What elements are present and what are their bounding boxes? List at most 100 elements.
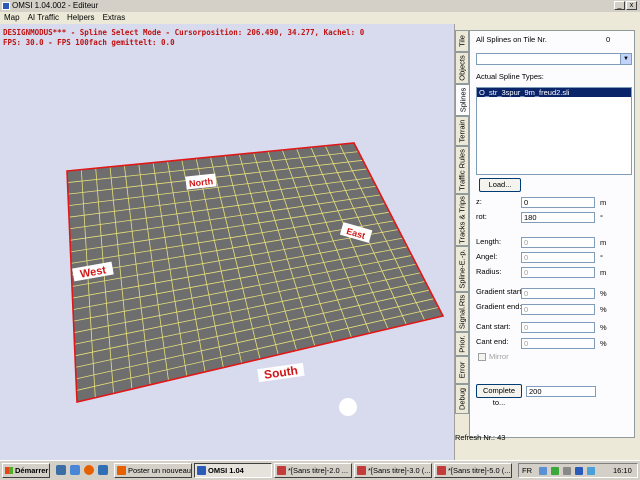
tab-label: Terrain (457, 119, 467, 143)
z-field[interactable]: 0 (521, 197, 595, 208)
task-label: *[Sans titre]-3.0 (... (368, 466, 431, 475)
firefox-icon (117, 466, 126, 475)
taskbar: Démarrer Poster un nouveau... OMSI 1.04 … (0, 460, 640, 480)
tab-tracks-trips[interactable]: Tracks & Trips (455, 194, 469, 246)
tab-tile[interactable]: Tile (455, 30, 469, 52)
task-label: *[Sans titre]-5.0 (... (448, 466, 511, 475)
tab-label: Signal.Rts (457, 294, 467, 330)
tab-traffic-rules[interactable]: Traffic Rules (455, 146, 469, 194)
tab-label: Objects (457, 55, 467, 81)
tab-spline-ep[interactable]: Spline-E.-p. (455, 246, 469, 292)
windows-logo-icon (5, 467, 13, 474)
gradient-start-field[interactable]: 0 (521, 288, 595, 299)
window-title: OMSI 1.04.002 - Editeur (12, 1, 99, 10)
taskbar-item-omsi[interactable]: OMSI 1.04 (194, 463, 272, 478)
menu-extras[interactable]: Extras (99, 12, 130, 24)
taskbar-item-poster[interactable]: Poster un nouveau... (114, 463, 192, 478)
tile-splines-dropdown[interactable]: ▼ (476, 53, 632, 65)
splines-tab-content: All Splines on Tile Nr. 0 ▼ Actual Splin… (469, 30, 635, 438)
map-viewport[interactable]: North East West South DESIGNMODUS*** - Spli… (0, 24, 454, 460)
taskbar-item-paint-3[interactable]: *[Sans titre]-3.0 (... (354, 463, 432, 478)
tab-splines[interactable]: Splines (455, 84, 469, 116)
south-label: South (257, 362, 305, 383)
tool-panel: Tile Objects Splines Terrain Traffic Rul… (454, 24, 640, 460)
angle-field[interactable]: 0 (521, 252, 595, 263)
list-item[interactable]: O_str_3spur_9m_freud2.sli (477, 88, 631, 97)
hud-line-2: FPS: 30.0 - FPS 100fach gemittelt: 0.0 (3, 38, 175, 47)
tab-label: Tracks & Trips (457, 196, 467, 244)
menu-helpers[interactable]: Helpers (63, 12, 99, 24)
south-label-text: South (263, 363, 299, 382)
gradient-end-unit: % (600, 305, 607, 314)
taskbar-item-paint-5[interactable]: *[Sans titre]-5.0 (... (434, 463, 512, 478)
menu-ai-traffic[interactable]: AI Traffic (24, 12, 63, 24)
radius-unit: m (600, 268, 607, 277)
tab-error[interactable]: Error (455, 356, 469, 384)
cursor-marker (339, 398, 357, 416)
complete-to-field[interactable]: 200 (526, 386, 596, 397)
terrain-tile: NorthEastWestSouth (66, 142, 445, 416)
start-button[interactable]: Démarrer (2, 463, 50, 478)
rot-label: rot: (476, 212, 487, 221)
radius-field[interactable]: 0 (521, 267, 595, 278)
chevron-down-icon[interactable]: ▼ (620, 54, 631, 64)
minimize-button[interactable]: _ (614, 1, 625, 10)
complete-to-button[interactable]: Complete to... (476, 384, 522, 407)
length-field[interactable]: 0 (521, 237, 595, 248)
internet-explorer-icon[interactable] (70, 465, 80, 475)
cant-start-unit: % (600, 323, 607, 332)
angle-label: Angel: (476, 252, 498, 261)
spline-types-list[interactable]: O_str_3spur_9m_freud2.sli (476, 87, 632, 175)
network-icon[interactable] (539, 467, 547, 475)
task-label: Poster un nouveau... (128, 466, 192, 475)
firefox-icon[interactable] (84, 465, 94, 475)
clock: 16:10 (613, 466, 632, 475)
start-label: Démarrer (15, 466, 49, 475)
cant-end-label: Cant end: (476, 337, 509, 346)
hud-line-1: DESIGNMODUS*** - Spline Select Mode - Cu… (3, 28, 365, 37)
cant-end-unit: % (600, 339, 607, 348)
tab-debug[interactable]: Debug (455, 384, 469, 414)
title-bar: OMSI 1.04.002 - Editeur _ x (0, 0, 640, 12)
update-icon[interactable] (575, 467, 583, 475)
rot-field[interactable]: 180 (521, 212, 595, 223)
language-indicator[interactable]: FR (522, 466, 532, 476)
task-label: OMSI 1.04 (208, 466, 244, 475)
paint-icon (357, 466, 366, 475)
taskbar-item-paint-2[interactable]: *[Sans titre]-2.0 ... (274, 463, 352, 478)
tab-label: Tile (457, 35, 467, 47)
gradient-end-label: Gradient end: (476, 302, 522, 311)
show-desktop-icon[interactable] (56, 465, 66, 475)
close-button[interactable]: x (626, 1, 637, 10)
paint-icon (277, 466, 286, 475)
mirror-checkbox[interactable] (478, 353, 486, 361)
tab-terrain[interactable]: Terrain (455, 116, 469, 146)
antivirus-icon[interactable] (551, 467, 559, 475)
speaker-icon[interactable] (563, 467, 571, 475)
load-button[interactable]: Load... (479, 178, 521, 192)
all-splines-count: 0 (606, 35, 611, 44)
tab-objects[interactable]: Objects (455, 52, 469, 84)
tab-label: Spline-E.-p. (457, 249, 467, 289)
gradient-start-label: Gradient start: (476, 287, 524, 296)
actual-types-label: Actual Spline Types: (476, 72, 544, 81)
mirror-label: Mirror (489, 352, 509, 361)
omsi-icon (197, 466, 206, 475)
length-label: Length: (476, 237, 502, 246)
tab-prior[interactable]: Prior. (455, 332, 469, 356)
length-unit: m (600, 238, 607, 247)
tile-surface (67, 143, 443, 402)
z-unit: m (600, 198, 607, 207)
menu-map[interactable]: Map (0, 12, 24, 24)
angle-unit: ° (600, 253, 603, 262)
app-icon (2, 2, 10, 10)
tray-app-icon[interactable] (587, 467, 595, 475)
cant-end-field[interactable]: 0 (521, 338, 595, 349)
rot-unit: ° (600, 213, 603, 222)
gradient-end-field[interactable]: 0 (521, 304, 595, 315)
tab-signal-rts[interactable]: Signal.Rts (455, 292, 469, 332)
cant-start-label: Cant start: (476, 322, 511, 331)
messenger-icon[interactable] (98, 465, 108, 475)
cant-start-field[interactable]: 0 (521, 322, 595, 333)
task-label: *[Sans titre]-2.0 ... (288, 466, 349, 475)
